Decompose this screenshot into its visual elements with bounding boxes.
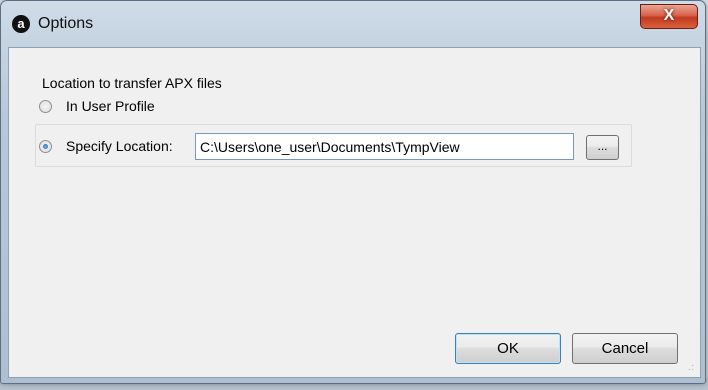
radio-checked-icon[interactable]: [39, 139, 52, 153]
transfer-location-label: Location to transfer APX files: [42, 75, 222, 91]
close-button[interactable]: X: [640, 4, 698, 29]
browse-button[interactable]: ...: [586, 135, 619, 160]
location-path-input[interactable]: [195, 133, 574, 160]
radio-in-user-profile[interactable]: In User Profile: [39, 98, 155, 114]
dialog-body: Location to transfer APX files In User P…: [8, 47, 701, 378]
options-dialog: a Options X Location to transfer APX fil…: [0, 0, 706, 384]
cancel-button[interactable]: Cancel: [572, 333, 678, 364]
title-bar[interactable]: a Options X: [1, 1, 705, 47]
radio-specify-location[interactable]: Specify Location:: [39, 138, 173, 154]
resize-grip-icon[interactable]: .:: [688, 363, 700, 377]
app-logo-icon: a: [12, 15, 30, 33]
ok-button[interactable]: OK: [455, 333, 561, 364]
radio-unchecked-icon[interactable]: [39, 99, 52, 113]
dialog-title: Options: [38, 15, 94, 32]
specify-location-label: Specify Location:: [66, 138, 173, 154]
in-user-profile-label: In User Profile: [66, 98, 155, 114]
